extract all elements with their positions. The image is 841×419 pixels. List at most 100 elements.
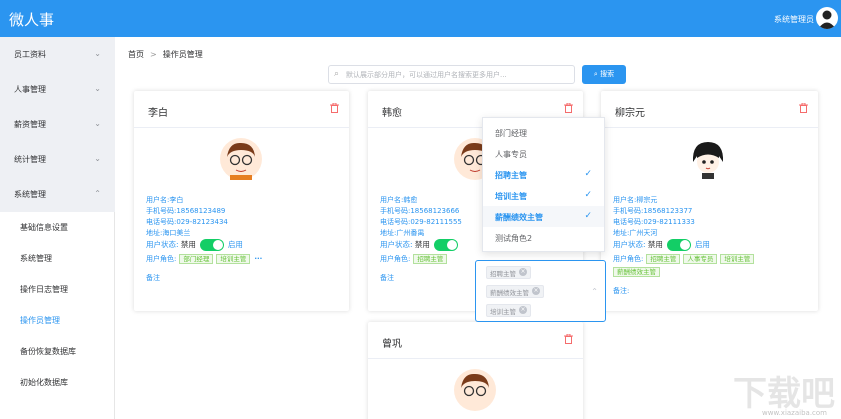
watermark-logo: 下载吧 <box>733 374 835 414</box>
roles-label: 用户角色: <box>146 255 177 263</box>
role-option-label: 薪酬绩效主管 <box>495 213 543 222</box>
status-disabled-label: 禁用 <box>414 240 430 249</box>
user-avatar-icon[interactable] <box>816 7 838 29</box>
remark-text: 备注: <box>613 287 630 295</box>
sidebar-group-label: 人事管理 <box>14 85 46 94</box>
card-title: 曾巩 <box>382 339 402 350</box>
role-option-label: 人事专员 <box>495 150 527 159</box>
close-icon[interactable]: × <box>519 268 527 276</box>
user-status: 用户状态: 禁用 启用 <box>146 239 243 251</box>
sidebar-item-operator[interactable]: 操作员管理 <box>20 315 60 326</box>
search-box[interactable]: ⌕ <box>328 65 575 84</box>
status-label: 用户状态: <box>613 240 646 249</box>
delete-icon[interactable] <box>564 334 573 344</box>
sidebar-item-system[interactable]: 系统管理 <box>20 253 52 264</box>
telephone-text: 电话号码:029-82111555 <box>380 218 462 226</box>
role-option-label: 招聘主管 <box>495 171 527 180</box>
sidebar-group-label: 系统管理 <box>14 190 46 199</box>
chevron-down-icon: ⌄ <box>94 84 101 93</box>
role-tag: 部门经理 <box>179 254 214 264</box>
selected-role-label: 招聘主管 <box>490 270 516 278</box>
sidebar-group-system[interactable]: 系统管理 ⌃ <box>0 177 115 212</box>
sidebar-group-personnel[interactable]: 人事管理 ⌄ <box>0 72 115 107</box>
sidebar-group-label: 员工资料 <box>14 50 46 59</box>
user-avatar-image <box>692 142 724 179</box>
breadcrumb-current: 操作员管理 <box>162 50 203 59</box>
delete-icon[interactable] <box>330 103 339 113</box>
role-multiselect[interactable]: 招聘主管 × 薪酬绩效主管 × 培训主管 × ⌃ <box>475 260 606 322</box>
role-option[interactable]: 薪酬绩效主管 ✓ <box>483 206 604 227</box>
username-text: 用户名:李白 <box>146 196 184 204</box>
telephone-text: 电话号码:029-82123434 <box>146 218 228 226</box>
sidebar-group-statistics[interactable]: 统计管理 ⌄ <box>0 142 115 177</box>
status-switch[interactable] <box>666 239 691 251</box>
sidebar-item-init-db[interactable]: 初始化数据库 <box>20 377 68 388</box>
current-user-name[interactable]: 系统管理员 <box>774 14 814 25</box>
chevron-down-icon: ⌄ <box>94 154 101 163</box>
status-disabled-label: 禁用 <box>647 240 663 249</box>
role-tag: 人事专员 <box>683 254 718 264</box>
operator-card: 李白 用户名:李白 手机号码:18568123489 电话号码:029-8212… <box>134 91 349 311</box>
user-details: 用户名:韩愈 手机号码:18568123666 电话号码:029-8211155… <box>380 195 462 239</box>
status-switch[interactable] <box>199 239 224 251</box>
sidebar-item-basic-info[interactable]: 基础信息设置 <box>20 222 68 233</box>
remark-text: 备注 <box>146 274 160 282</box>
breadcrumb-home[interactable]: 首页 <box>128 50 144 59</box>
user-avatar-image <box>220 138 262 180</box>
role-select-dropdown: 部门经理 人事专员 招聘主管 ✓ 培训主管 ✓ 薪酬绩效主管 ✓ 测试角色2 <box>482 117 605 252</box>
roles-label: 用户角色: <box>380 255 411 263</box>
search-icon: ⌕ <box>334 69 340 79</box>
role-option-label: 测试角色2 <box>495 234 533 243</box>
user-roles: 用户角色: 招聘主管 <box>380 254 448 264</box>
more-roles-button[interactable]: ··· <box>254 255 262 263</box>
sidebar-group-employee[interactable]: 员工资料 ⌄ <box>0 37 115 72</box>
chevron-up-icon[interactable]: ⌃ <box>591 287 598 296</box>
role-option[interactable]: 测试角色2 <box>483 227 604 248</box>
chevron-down-icon: ⌄ <box>94 49 101 58</box>
role-option-label: 培训主管 <box>495 192 527 201</box>
user-details: 用户名:李白 手机号码:18568123489 电话号码:029-8212343… <box>146 195 228 239</box>
role-tag: 薪酬绩效主管 <box>613 267 660 277</box>
close-icon[interactable]: × <box>532 287 540 295</box>
phone-text: 手机号码:18568123377 <box>613 207 693 215</box>
card-title: 李白 <box>148 108 168 119</box>
role-option-label: 部门经理 <box>495 129 527 138</box>
status-enabled-label: 启用 <box>227 240 243 249</box>
user-avatar-image <box>454 369 496 411</box>
app-title[interactable]: 微人事 <box>9 9 54 30</box>
sidebar: 员工资料 ⌄ 人事管理 ⌄ 薪资管理 ⌄ 统计管理 ⌄ 系统管理 ⌃ 基础信息设置 系统管… <box>0 37 115 419</box>
chevron-down-icon: ⌄ <box>94 119 101 128</box>
role-option[interactable]: 部门经理 <box>483 122 604 143</box>
status-label: 用户状态: <box>146 240 179 249</box>
sidebar-group-salary[interactable]: 薪资管理 ⌄ <box>0 107 115 142</box>
close-icon[interactable]: × <box>519 306 527 314</box>
selected-role-tag: 招聘主管 × <box>486 266 531 279</box>
status-switch[interactable] <box>433 239 458 251</box>
card-header: 曾巩 <box>368 322 583 359</box>
remark-text: 备注 <box>380 274 394 282</box>
card-title: 柳宗元 <box>615 108 645 119</box>
role-option[interactable]: 招聘主管 ✓ <box>483 164 604 185</box>
phone-text: 手机号码:18568123489 <box>146 207 226 215</box>
sidebar-item-backup[interactable]: 备份恢复数据库 <box>20 346 76 357</box>
search-input[interactable] <box>346 68 571 81</box>
search-button-label: 搜索 <box>600 70 615 78</box>
search-button[interactable]: ⌕ 搜索 <box>582 65 626 84</box>
role-option[interactable]: 人事专员 <box>483 143 604 164</box>
role-option[interactable]: 培训主管 ✓ <box>483 185 604 206</box>
selected-role-tag: 培训主管 × <box>486 304 531 317</box>
watermark-url: www.xiazaiba.com <box>762 409 827 417</box>
chevron-up-icon: ⌃ <box>94 189 101 198</box>
delete-icon[interactable] <box>799 103 808 113</box>
sidebar-item-operation-log[interactable]: 操作日志管理 <box>20 284 68 295</box>
user-details: 用户名:柳宗元 手机号码:18568123377 电话号码:029-821113… <box>613 195 695 239</box>
selected-role-tag: 薪酬绩效主管 × <box>486 285 544 298</box>
phone-text: 手机号码:18568123666 <box>380 207 460 215</box>
status-enabled-label: 启用 <box>694 240 710 249</box>
address-text: 地址:海口美兰 <box>146 229 191 237</box>
user-status: 用户状态: 禁用 <box>380 239 462 251</box>
username-text: 用户名:柳宗元 <box>613 196 658 204</box>
delete-icon[interactable] <box>564 103 573 113</box>
address-text: 地址:广州番禺 <box>380 229 425 237</box>
role-tag: 培训主管 <box>720 254 755 264</box>
